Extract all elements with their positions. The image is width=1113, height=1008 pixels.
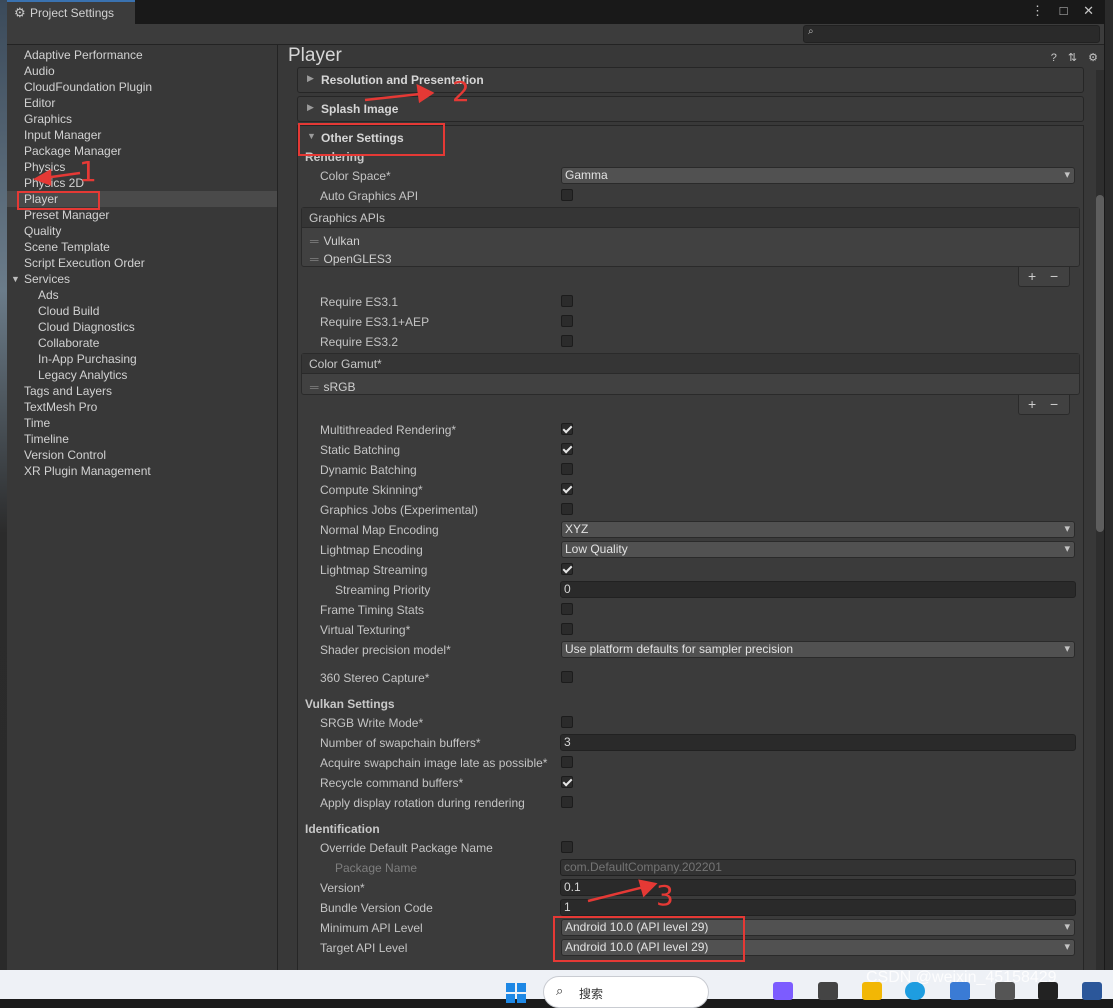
annotation-arrow-2 [364,92,421,102]
taskbar-search-box[interactable]: ⌕ 搜索 [543,976,709,1008]
annotation-arrows [33,83,658,903]
task-view-icon[interactable] [818,982,838,1000]
copilot-icon[interactable] [773,982,793,1000]
windows-start-icon[interactable] [505,982,527,1004]
search-icon: ⌕ [556,983,564,998]
annotation-arrowhead-1 [33,168,52,186]
taskbar-search-placeholder: 搜索 [579,987,604,1001]
annotation-arrowhead-3 [638,879,658,898]
annotation-arrow-3 [587,885,645,903]
annotation-arrowhead-2 [416,83,435,104]
word-icon[interactable] [1082,982,1102,1000]
watermark: CSDN @weixin_45158429 [866,969,1057,986]
